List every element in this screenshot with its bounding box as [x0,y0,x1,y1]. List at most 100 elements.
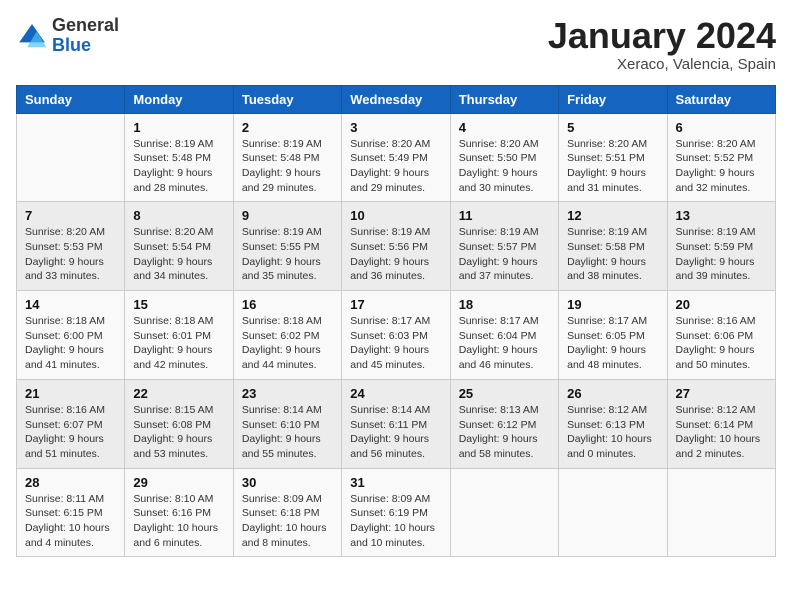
day-info: Sunrise: 8:19 AM Sunset: 5:48 PM Dayligh… [242,137,333,196]
day-number: 31 [350,475,441,490]
day-number: 24 [350,386,441,401]
day-info: Sunrise: 8:17 AM Sunset: 6:05 PM Dayligh… [567,314,658,373]
day-number: 29 [133,475,224,490]
day-info: Sunrise: 8:13 AM Sunset: 6:12 PM Dayligh… [459,403,550,462]
calendar-cell: 19 Sunrise: 8:17 AM Sunset: 6:05 PM Dayli… [559,291,667,380]
calendar-cell: 12Sunrise: 8:19 AM Sunset: 5:58 PM Dayli… [559,202,667,291]
calendar-week-row: 7Sunrise: 8:20 AM Sunset: 5:53 PM Daylig… [17,202,776,291]
calendar-cell: 15 Sunrise: 8:18 AM Sunset: 6:01 PM Dayli… [125,291,233,380]
day-info: Sunrise: 8:20 AM Sunset: 5:54 PM Dayligh… [133,225,224,284]
day-info: Sunrise: 8:16 AM Sunset: 6:07 PM Dayligh… [25,403,116,462]
calendar-cell: 17 Sunrise: 8:17 AM Sunset: 6:03 PM Dayli… [342,291,450,380]
weekday-header: Monday [125,85,233,113]
calendar-cell: 23Sunrise: 8:14 AM Sunset: 6:10 PM Dayli… [233,379,341,468]
day-number: 22 [133,386,224,401]
day-number: 18 [459,297,550,312]
day-info: Sunrise: 8:20 AM Sunset: 5:53 PM Dayligh… [25,225,116,284]
day-info: Sunrise: 8:09 AM Sunset: 6:18 PM Dayligh… [242,492,333,551]
day-number: 17 [350,297,441,312]
day-number: 8 [133,208,224,223]
day-info: Sunrise: 8:15 AM Sunset: 6:08 PM Dayligh… [133,403,224,462]
day-info: Sunrise: 8:19 AM Sunset: 5:57 PM Dayligh… [459,225,550,284]
calendar-week-row: 21 Sunrise: 8:16 AM Sunset: 6:07 PM Dayli… [17,379,776,468]
calendar-cell: 20 Sunrise: 8:16 AM Sunset: 6:06 PM Dayli… [667,291,775,380]
day-number: 12 [567,208,658,223]
day-info: Sunrise: 8:09 AM Sunset: 6:19 PM Dayligh… [350,492,441,551]
calendar-cell: 22 Sunrise: 8:15 AM Sunset: 6:08 PM Dayli… [125,379,233,468]
calendar-cell [17,113,125,202]
day-number: 2 [242,120,333,135]
day-info: Sunrise: 8:18 AM Sunset: 6:01 PM Dayligh… [133,314,224,373]
calendar-cell: 4Sunrise: 8:20 AM Sunset: 5:50 PM Daylig… [450,113,558,202]
calendar-cell: 13 Sunrise: 8:19 AM Sunset: 5:59 PM Dayli… [667,202,775,291]
calendar-cell: 1Sunrise: 8:19 AM Sunset: 5:48 PM Daylig… [125,113,233,202]
logo-text: General Blue [52,16,119,56]
day-number: 28 [25,475,116,490]
day-info: Sunrise: 8:12 AM Sunset: 6:14 PM Dayligh… [676,403,767,462]
day-number: 15 [133,297,224,312]
page-header: General Blue January 2024 Xeraco, Valenc… [16,16,776,73]
day-number: 13 [676,208,767,223]
calendar-cell: 27 Sunrise: 8:12 AM Sunset: 6:14 PM Dayli… [667,379,775,468]
weekday-header-row: SundayMondayTuesdayWednesdayThursdayFrid… [17,85,776,113]
calendar-cell: 26 Sunrise: 8:12 AM Sunset: 6:13 PM Dayli… [559,379,667,468]
logo-icon [16,20,48,52]
calendar-cell: 25Sunrise: 8:13 AM Sunset: 6:12 PM Dayli… [450,379,558,468]
calendar-cell: 28 Sunrise: 8:11 AM Sunset: 6:15 PM Dayli… [17,468,125,557]
calendar-cell: 2 Sunrise: 8:19 AM Sunset: 5:48 PM Daylig… [233,113,341,202]
weekday-header: Tuesday [233,85,341,113]
day-info: Sunrise: 8:18 AM Sunset: 6:00 PM Dayligh… [25,314,116,373]
day-number: 19 [567,297,658,312]
location: Xeraco, Valencia, Spain [548,56,776,73]
day-number: 6 [676,120,767,135]
calendar-cell: 29 Sunrise: 8:10 AM Sunset: 6:16 PM Dayli… [125,468,233,557]
calendar-cell: 11 Sunrise: 8:19 AM Sunset: 5:57 PM Dayli… [450,202,558,291]
weekday-header: Wednesday [342,85,450,113]
day-number: 3 [350,120,441,135]
day-number: 23 [242,386,333,401]
day-info: Sunrise: 8:20 AM Sunset: 5:51 PM Dayligh… [567,137,658,196]
day-number: 21 [25,386,116,401]
day-number: 9 [242,208,333,223]
calendar-week-row: 14 Sunrise: 8:18 AM Sunset: 6:00 PM Dayli… [17,291,776,380]
day-number: 27 [676,386,767,401]
day-number: 16 [242,297,333,312]
month-title: January 2024 [548,16,776,56]
day-number: 11 [459,208,550,223]
day-info: Sunrise: 8:19 AM Sunset: 5:55 PM Dayligh… [242,225,333,284]
calendar-cell: 31 Sunrise: 8:09 AM Sunset: 6:19 PM Dayli… [342,468,450,557]
day-info: Sunrise: 8:12 AM Sunset: 6:13 PM Dayligh… [567,403,658,462]
day-info: Sunrise: 8:16 AM Sunset: 6:06 PM Dayligh… [676,314,767,373]
day-number: 5 [567,120,658,135]
day-info: Sunrise: 8:20 AM Sunset: 5:49 PM Dayligh… [350,137,441,196]
weekday-header: Thursday [450,85,558,113]
weekday-header: Sunday [17,85,125,113]
calendar-week-row: 28 Sunrise: 8:11 AM Sunset: 6:15 PM Dayli… [17,468,776,557]
day-info: Sunrise: 8:20 AM Sunset: 5:50 PM Dayligh… [459,137,550,196]
day-info: Sunrise: 8:10 AM Sunset: 6:16 PM Dayligh… [133,492,224,551]
day-info: Sunrise: 8:11 AM Sunset: 6:15 PM Dayligh… [25,492,116,551]
calendar-cell: 7Sunrise: 8:20 AM Sunset: 5:53 PM Daylig… [17,202,125,291]
day-number: 30 [242,475,333,490]
calendar-cell: 9 Sunrise: 8:19 AM Sunset: 5:55 PM Daylig… [233,202,341,291]
calendar-cell: 5 Sunrise: 8:20 AM Sunset: 5:51 PM Daylig… [559,113,667,202]
calendar-cell: 24 Sunrise: 8:14 AM Sunset: 6:11 PM Dayli… [342,379,450,468]
calendar-table: SundayMondayTuesdayWednesdayThursdayFrid… [16,85,776,558]
day-number: 10 [350,208,441,223]
day-number: 26 [567,386,658,401]
day-info: Sunrise: 8:17 AM Sunset: 6:03 PM Dayligh… [350,314,441,373]
day-number: 1 [133,120,224,135]
calendar-cell: 30 Sunrise: 8:09 AM Sunset: 6:18 PM Dayli… [233,468,341,557]
weekday-header: Saturday [667,85,775,113]
day-info: Sunrise: 8:18 AM Sunset: 6:02 PM Dayligh… [242,314,333,373]
day-info: Sunrise: 8:14 AM Sunset: 6:11 PM Dayligh… [350,403,441,462]
calendar-cell [450,468,558,557]
day-number: 20 [676,297,767,312]
calendar-cell: 21 Sunrise: 8:16 AM Sunset: 6:07 PM Dayli… [17,379,125,468]
day-info: Sunrise: 8:19 AM Sunset: 5:59 PM Dayligh… [676,225,767,284]
calendar-cell: 14 Sunrise: 8:18 AM Sunset: 6:00 PM Dayli… [17,291,125,380]
calendar-cell [667,468,775,557]
day-number: 14 [25,297,116,312]
day-info: Sunrise: 8:19 AM Sunset: 5:56 PM Dayligh… [350,225,441,284]
calendar-cell: 3 Sunrise: 8:20 AM Sunset: 5:49 PM Daylig… [342,113,450,202]
